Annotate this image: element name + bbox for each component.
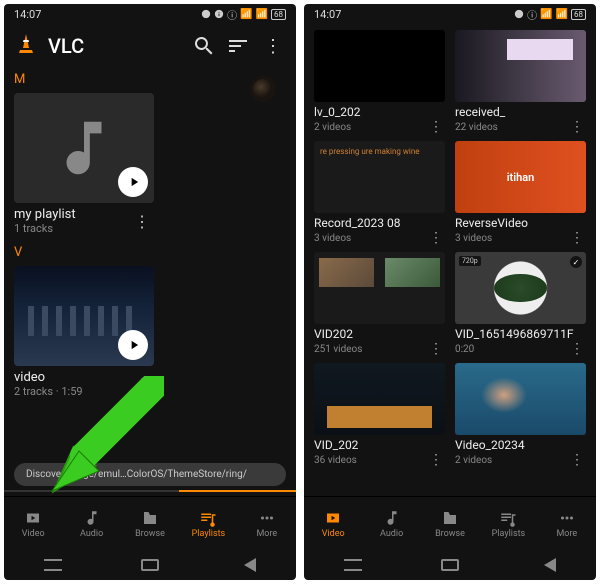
playlist-more-icon[interactable]: ⋮	[130, 212, 154, 231]
clock: 14:07	[314, 8, 341, 21]
card-more-icon[interactable]: ⋮	[568, 119, 586, 135]
video-thumbnail	[455, 30, 586, 102]
nav-playlists[interactable]: Playlists	[479, 497, 537, 550]
playlist-thumbnail	[14, 93, 154, 203]
sys-home-button[interactable]	[141, 559, 159, 571]
playlist-title: video	[14, 370, 83, 385]
app-bar: VLC ⋮	[4, 24, 296, 68]
video-thumbnail: 720p ✓	[455, 252, 586, 324]
search-icon[interactable]	[192, 34, 216, 58]
playlist-subtitle: 2 tracks · 1:59	[14, 385, 83, 398]
overflow-menu-icon[interactable]: ⋮	[260, 36, 286, 57]
phone-right-video: 14:07 ⓘ📶📶 68 lv_0_202 2 videos⋮ received…	[304, 4, 596, 580]
battery-icon: 68	[271, 9, 286, 20]
card-more-icon[interactable]: ⋮	[568, 230, 586, 246]
nav-audio[interactable]: Audio	[362, 497, 420, 550]
resolution-badge: 720p	[459, 256, 481, 266]
video-folder-card[interactable]: Video_20234 2 videos⋮	[455, 363, 586, 468]
video-thumbnail	[455, 363, 586, 435]
sys-back-button[interactable]	[538, 558, 556, 572]
video-thumbnail: re pressing ure making wine	[314, 141, 445, 213]
app-title: VLC	[48, 34, 182, 58]
vlc-cone-icon	[14, 32, 38, 60]
playlist-more-icon[interactable]: ⋮	[130, 375, 154, 394]
status-bar: 14:07 ⓘ📶📶 68	[304, 4, 596, 24]
card-more-icon[interactable]: ⋮	[568, 452, 586, 468]
video-folder-card[interactable]: re pressing ure making wine Record_2023 …	[314, 141, 445, 246]
discovery-snackbar: Discovering ige/emul…ColorOS/ThemeStore/…	[14, 463, 286, 486]
bottom-nav: Video Audio Browse Playlists More	[4, 496, 296, 550]
nav-more[interactable]: More	[538, 497, 596, 550]
video-thumbnail: itihan	[455, 141, 586, 213]
music-note-icon	[49, 113, 119, 183]
sys-back-button[interactable]	[238, 558, 256, 572]
card-more-icon[interactable]: ⋮	[427, 341, 445, 357]
card-more-icon[interactable]: ⋮	[427, 119, 445, 135]
video-thumbnail	[314, 363, 445, 435]
card-more-icon[interactable]: ⋮	[427, 230, 445, 246]
playlist-card-my-playlist[interactable]: my playlist 1 tracks ⋮	[14, 93, 154, 235]
video-grid: lv_0_202 2 videos⋮ received_ 22 videos⋮ …	[304, 24, 596, 468]
play-button[interactable]	[118, 330, 148, 360]
video-thumbnail	[314, 30, 445, 102]
system-nav	[4, 550, 296, 580]
bottom-nav: Video Audio Browse Playlists More	[304, 496, 596, 550]
status-icons: ⓘ📶📶 68	[514, 7, 586, 22]
video-folder-card[interactable]: VID202 251 videos⋮	[314, 252, 445, 357]
playlist-title: my playlist	[14, 207, 76, 222]
system-nav	[304, 550, 596, 580]
playlist-subtitle: 1 tracks	[14, 222, 76, 235]
status-icons: ⓘ 📶📶 68	[201, 7, 286, 22]
video-folder-card[interactable]: VID_202 36 videos⋮	[314, 363, 445, 468]
nav-browse[interactable]: Browse	[121, 497, 179, 550]
nav-video[interactable]: Video	[304, 497, 362, 550]
video-file-card[interactable]: 720p ✓ VID_1651496869711F 0:20⋮	[455, 252, 586, 357]
scan-progress	[4, 490, 296, 492]
nav-browse[interactable]: Browse	[421, 497, 479, 550]
video-folder-card[interactable]: received_ 22 videos⋮	[455, 30, 586, 135]
nav-video[interactable]: Video	[4, 497, 62, 550]
sort-icon[interactable]	[226, 34, 250, 58]
sys-recent-button[interactable]	[44, 559, 62, 571]
play-button[interactable]	[118, 167, 148, 197]
playlists-content: M my playlist 1 tracks ⋮ V	[4, 68, 296, 496]
check-icon: ✓	[570, 256, 582, 268]
video-folder-card[interactable]: itihan ReverseVideo 3 videos⋮	[455, 141, 586, 246]
nav-playlists[interactable]: Playlists	[179, 497, 237, 550]
nav-more[interactable]: More	[238, 497, 296, 550]
clock: 14:07	[14, 8, 41, 21]
sys-home-button[interactable]	[441, 559, 459, 571]
sys-recent-button[interactable]	[344, 559, 362, 571]
card-more-icon[interactable]: ⋮	[568, 341, 586, 357]
section-header-v: V	[14, 245, 286, 260]
battery-icon: 68	[571, 9, 586, 20]
nav-audio[interactable]: Audio	[62, 497, 120, 550]
section-header-m: M	[14, 72, 286, 87]
playlist-thumbnail	[14, 266, 154, 366]
playlist-card-video[interactable]: video 2 tracks · 1:59 ⋮	[14, 266, 154, 398]
status-bar: 14:07 ⓘ 📶📶 68	[4, 4, 296, 24]
video-thumbnail	[314, 252, 445, 324]
phone-left-playlists: 14:07 ⓘ 📶📶 68 VLC ⋮ M	[4, 4, 296, 580]
card-more-icon[interactable]: ⋮	[427, 452, 445, 468]
video-folder-card[interactable]: lv_0_202 2 videos⋮	[314, 30, 445, 135]
